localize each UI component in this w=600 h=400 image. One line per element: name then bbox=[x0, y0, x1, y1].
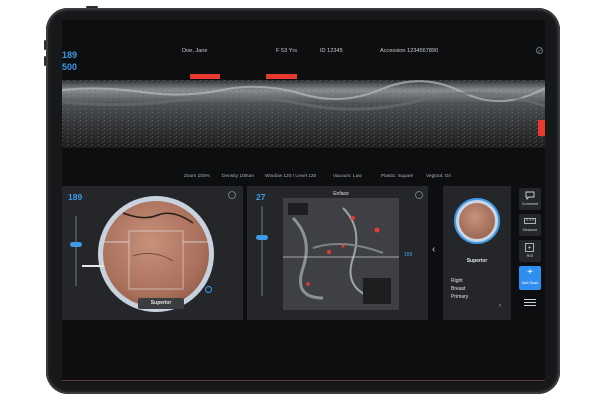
bottom-accent-line bbox=[62, 380, 545, 381]
enface-panel: 27 Enface 189 bbox=[247, 186, 428, 320]
density-setting[interactable]: Density 100um bbox=[222, 174, 254, 179]
tissue-image[interactable] bbox=[103, 201, 209, 307]
plus-icon: + bbox=[527, 267, 533, 278]
roi-button[interactable]: ROI bbox=[519, 240, 541, 262]
zoom-setting[interactable]: Zoom 100% bbox=[184, 174, 210, 179]
add-scan-button[interactable]: + Add Scan bbox=[519, 266, 541, 290]
slider-knob[interactable] bbox=[70, 242, 82, 247]
depth-slider[interactable] bbox=[75, 216, 77, 286]
comment-icon bbox=[525, 191, 535, 200]
add-scan-label: Add Scan bbox=[521, 281, 539, 285]
chevron-right-icon[interactable]: › bbox=[499, 303, 501, 309]
marker-bar[interactable] bbox=[190, 74, 220, 79]
slice-indicator bbox=[82, 265, 104, 267]
thumbnail-ring[interactable] bbox=[454, 198, 500, 244]
accession-number: Accession 1234567890 bbox=[380, 48, 439, 54]
marker-bar[interactable] bbox=[266, 74, 297, 79]
roi-label: ROI bbox=[526, 254, 534, 258]
side-label: Right bbox=[451, 278, 463, 284]
tool-sidebar: Comment Measure ROI + Add Scan bbox=[519, 188, 541, 318]
rotate-icon[interactable] bbox=[205, 286, 212, 293]
dome-view-panel: 189 Superior bbox=[62, 186, 243, 320]
thumbnail-image bbox=[459, 203, 495, 239]
enface-depth-value: 27 bbox=[256, 192, 266, 202]
hamburger-icon[interactable] bbox=[524, 298, 536, 307]
app-screen: 189 500 Doe, Jane F 53 Yrs ID 12345 Acce… bbox=[62, 20, 545, 382]
window-level-setting[interactable]: Window 120 / Level 120 bbox=[265, 174, 316, 179]
enface-title: Enface bbox=[333, 191, 349, 197]
scan-thumbnail-panel: Superior Right Breast Primary › bbox=[443, 186, 511, 320]
enface-marker-value: 189 bbox=[404, 252, 413, 258]
dome-depth-value: 189 bbox=[68, 192, 83, 202]
comment-button[interactable]: Comment bbox=[519, 188, 541, 210]
patient-name: Doe, Jane bbox=[182, 48, 208, 54]
ruler-icon bbox=[524, 218, 536, 224]
organ-label: Breast bbox=[451, 286, 466, 292]
expand-icon[interactable] bbox=[536, 47, 543, 54]
depth-slider[interactable] bbox=[261, 206, 263, 296]
thumbnail-orientation-label: Superior bbox=[466, 258, 488, 264]
chevron-left-icon[interactable]: ‹ bbox=[432, 244, 435, 255]
patient-id: ID 12345 bbox=[320, 48, 343, 54]
oct-bscan-image[interactable] bbox=[62, 80, 545, 148]
scan-edge-marker[interactable] bbox=[538, 120, 545, 136]
depth-primary: 189 bbox=[62, 50, 78, 60]
slider-knob[interactable] bbox=[256, 235, 268, 240]
vegtool-setting[interactable]: Vegtool: On bbox=[426, 174, 451, 179]
site-label: Primary bbox=[451, 294, 469, 300]
enface-image[interactable] bbox=[283, 198, 399, 310]
patient-sex-age: F 53 Yrs bbox=[276, 48, 298, 54]
depth-secondary: 500 bbox=[62, 62, 78, 72]
measure-label: Measure bbox=[522, 228, 538, 232]
expand-icon[interactable] bbox=[415, 191, 423, 199]
roi-icon bbox=[525, 243, 534, 252]
comment-label: Comment bbox=[521, 202, 539, 206]
measure-button[interactable]: Measure bbox=[519, 214, 541, 236]
vacuum-setting[interactable]: Vacuum: Low bbox=[333, 174, 362, 179]
expand-icon[interactable] bbox=[228, 191, 236, 199]
orientation-label: Superior bbox=[150, 300, 172, 306]
plastic-setting[interactable]: Plastic: Square bbox=[381, 174, 413, 179]
